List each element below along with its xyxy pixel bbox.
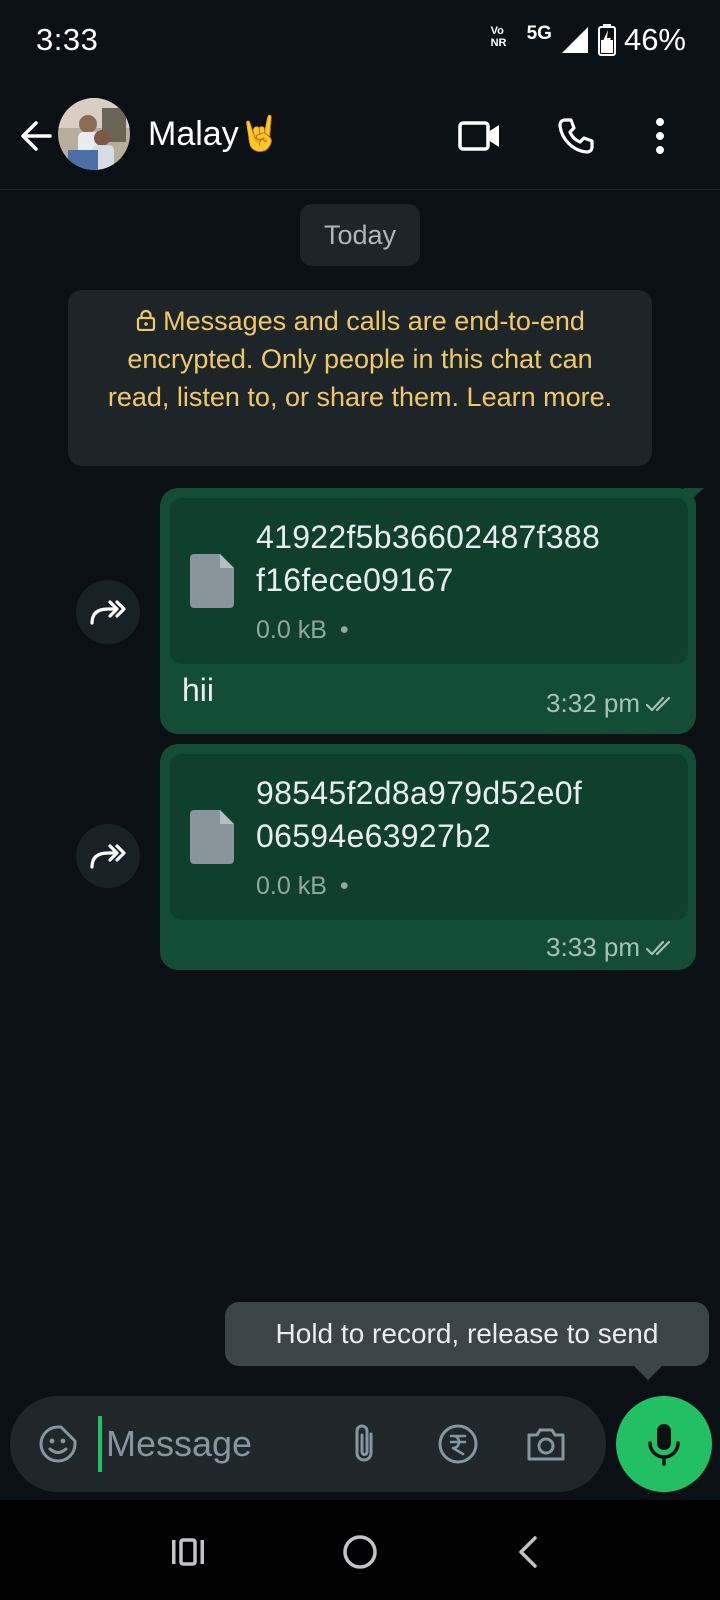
camera-icon — [527, 1428, 565, 1461]
document-name-line: 98545f2d8a979d52e0f — [256, 775, 583, 811]
record-tooltip: Hold to record, release to send — [225, 1302, 709, 1366]
document-size: 0.0 kB • — [256, 616, 349, 645]
text-caret — [98, 1416, 102, 1472]
date-chip: Today — [300, 204, 420, 266]
recent-apps-icon — [172, 1538, 204, 1566]
message-bubble[interactable]: 98545f2d8a979d52e0f 06594e63927b2 0.0 kB… — [160, 744, 696, 970]
avatar-photo — [58, 98, 130, 170]
voice-call-button[interactable] — [552, 112, 600, 160]
more-options-icon — [656, 118, 664, 154]
lock-icon — [137, 309, 156, 331]
document-icon — [190, 554, 234, 608]
nav-back-button[interactable] — [504, 1528, 552, 1576]
chat-screen: 3:33 Vo NR 5G 46% Malay🤘 Today Messages … — [0, 0, 720, 1600]
battery-icon — [597, 24, 616, 56]
document-name: 98545f2d8a979d52e0f 06594e63927b2 — [256, 772, 582, 858]
document-name: 41922f5b36602487f388 f16fece09167 — [256, 516, 600, 602]
status-bar: 3:33 Vo NR 5G 46% — [0, 0, 720, 84]
learn-more-link[interactable]: Learn more. — [467, 382, 613, 412]
back-button[interactable] — [14, 114, 58, 158]
voice-call-icon — [558, 118, 594, 154]
forward-icon — [90, 600, 126, 625]
encryption-notice[interactable]: Messages and calls are end-to-end encryp… — [68, 290, 652, 466]
contact-name-text: Malay — [148, 115, 239, 153]
message-bubble[interactable]: 41922f5b36602487f388 f16fece09167 0.0 kB… — [160, 488, 704, 734]
message-meta: 3:32 pm — [546, 688, 676, 719]
document-icon — [190, 810, 234, 864]
voice-record-button[interactable] — [616, 1396, 712, 1492]
document-card[interactable]: 98545f2d8a979d52e0f 06594e63927b2 0.0 kB… — [170, 754, 688, 920]
double-check-icon — [646, 940, 671, 955]
attach-button[interactable] — [340, 1420, 388, 1468]
message-caption: hii — [182, 672, 215, 708]
document-size: 0.0 kB • — [256, 872, 349, 901]
nr-label: NR — [490, 37, 507, 49]
paperclip-icon — [355, 1424, 373, 1462]
tooltip-tail — [632, 1364, 664, 1380]
message-composer — [10, 1396, 606, 1492]
sticker-button[interactable] — [34, 1420, 82, 1468]
separator-dot: • — [339, 872, 349, 900]
rupee-icon — [438, 1424, 478, 1464]
payment-button[interactable] — [434, 1420, 482, 1468]
document-size-value: 0.0 kB — [256, 616, 327, 644]
recent-apps-button[interactable] — [164, 1528, 212, 1576]
camera-button[interactable] — [522, 1420, 570, 1468]
nav-back-icon — [519, 1536, 537, 1568]
more-options-button[interactable] — [636, 112, 684, 160]
forward-button[interactable] — [76, 824, 140, 888]
status-indicators: Vo NR 5G 46% — [491, 20, 686, 60]
contact-emoji: 🤘 — [238, 115, 282, 153]
document-name-line: f16fece09167 — [256, 562, 454, 598]
message-meta: 3:33 pm — [546, 932, 676, 963]
message-time: 3:33 pm — [546, 932, 640, 962]
video-call-icon — [458, 121, 499, 151]
chat-header: Malay🤘 — [0, 84, 720, 190]
message-time: 3:32 pm — [546, 688, 640, 718]
message-input[interactable] — [106, 1414, 336, 1474]
back-arrow-icon — [21, 121, 52, 151]
video-call-button[interactable] — [456, 112, 504, 160]
signal-icon — [561, 27, 588, 53]
avatar[interactable] — [58, 98, 130, 170]
sticker-icon — [39, 1425, 77, 1463]
document-name-line: 41922f5b36602487f388 — [256, 519, 601, 555]
document-name-line: 06594e63927b2 — [256, 818, 492, 854]
separator-dot: • — [339, 616, 349, 644]
document-card[interactable]: 41922f5b36602487f388 f16fece09167 0.0 kB… — [170, 498, 688, 664]
microphone-icon — [648, 1424, 680, 1466]
contact-name[interactable]: Malay🤘 — [148, 114, 281, 154]
volte-indicator: Vo NR — [491, 25, 519, 55]
battery-percent: 46% — [623, 22, 686, 57]
double-check-icon — [646, 696, 671, 711]
network-type: 5G — [526, 23, 552, 44]
document-size-value: 0.0 kB — [256, 872, 327, 900]
volte-label: Vo — [490, 25, 504, 37]
system-nav-bar — [0, 1500, 720, 1600]
home-icon — [343, 1535, 377, 1569]
status-time: 3:33 — [36, 22, 99, 57]
home-button[interactable] — [336, 1528, 384, 1576]
forward-button[interactable] — [76, 580, 140, 644]
forward-icon — [90, 844, 126, 869]
